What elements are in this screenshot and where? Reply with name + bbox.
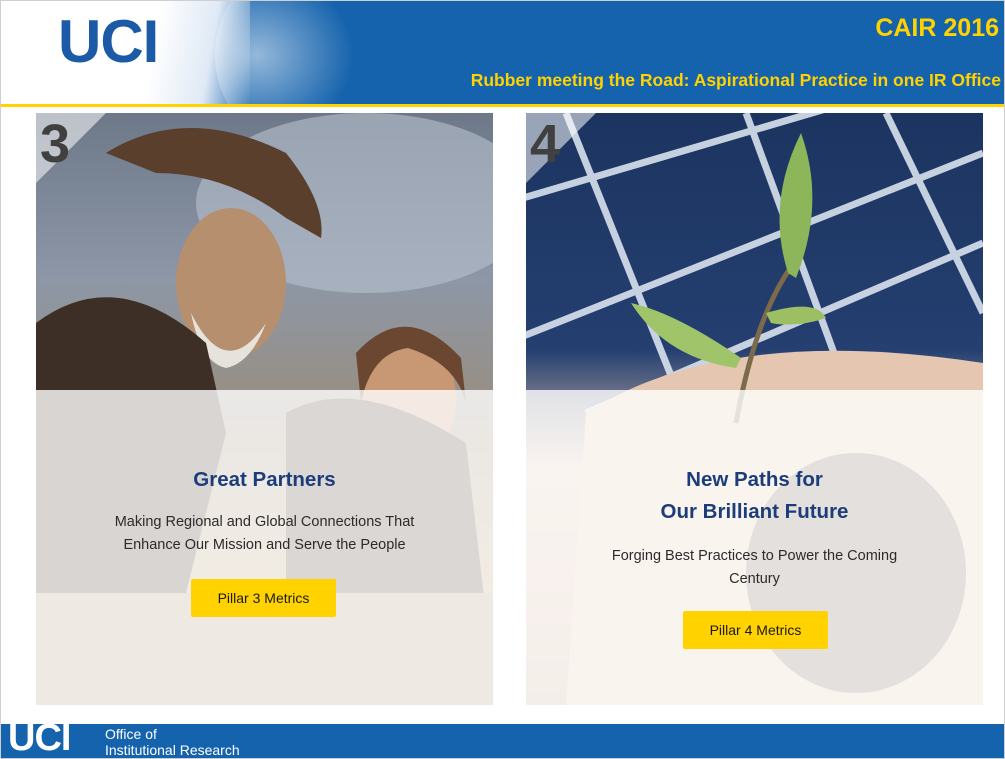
pillar-4-metrics-button[interactable]: Pillar 4 Metrics [683, 611, 828, 649]
footer-office-line: Office of [105, 726, 157, 742]
pillar-number: 3 [40, 114, 71, 174]
uci-logo: UCI [58, 8, 159, 75]
footer-uci-logo: UCI [8, 717, 71, 759]
pillar-3-card: 3 Great Partners Making Regional and Glo… [36, 113, 493, 705]
pillar-4-description-line-2: Century [729, 571, 780, 587]
header-swoosh-decoration [215, 0, 355, 104]
presentation-subtitle: Rubber meeting the Road: Aspirational Pr… [470, 70, 1001, 90]
event-title: CAIR 2016 [875, 14, 999, 42]
pillar-4-card: 4 New Paths for Our Brilliant Future For… [526, 113, 983, 705]
slide-footer: UCI Office of Institutional Research [0, 719, 1005, 759]
pillar-4-description-line-1: Forging Best Practices to Power the Comi… [611, 548, 898, 564]
pillar-4-title-line-2: Our Brilliant Future [660, 500, 849, 523]
pillar-3-description-line-2: Enhance Our Mission and Serve the People [123, 537, 406, 553]
pillar-4-title-line-1: New Paths for [686, 468, 823, 491]
slide-header: UCI CAIR 2016 Rubber meeting the Road: A… [0, 0, 1005, 104]
pillar-number: 4 [530, 114, 561, 174]
pillar-3-description-line-1: Making Regional and Global Connections T… [114, 514, 415, 530]
footer-department-line: Institutional Research [105, 742, 240, 758]
pillar-3-title: Great Partners [193, 468, 336, 491]
pillar-3-metrics-button[interactable]: Pillar 3 Metrics [191, 579, 336, 617]
header-gold-rule [0, 104, 1005, 107]
